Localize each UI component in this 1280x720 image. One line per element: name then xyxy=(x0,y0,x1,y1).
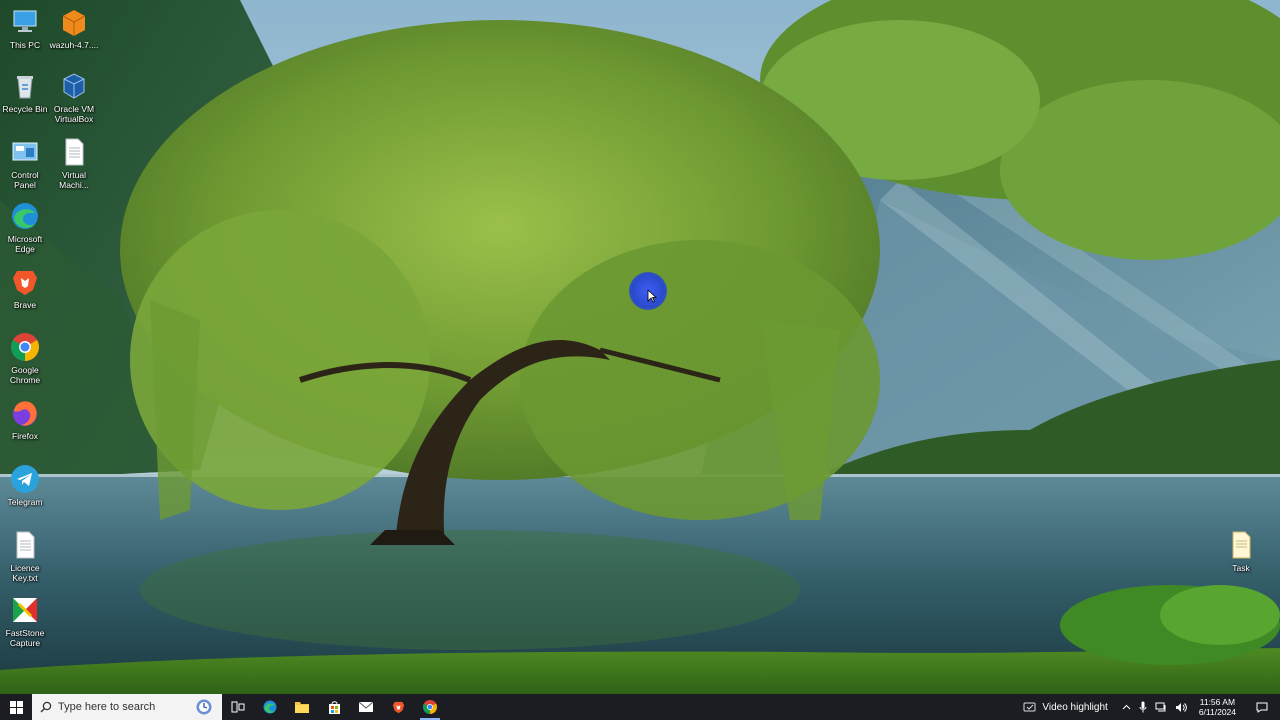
taskbar-app-chrome[interactable] xyxy=(414,694,446,720)
taskbar: Video highlight 11:56 AM 6/11/2024 xyxy=(0,694,1280,720)
desktop-icon-this-pc[interactable]: This PC xyxy=(0,6,50,50)
clock-date: 6/11/2024 xyxy=(1198,707,1236,717)
video-highlight-button[interactable]: Video highlight xyxy=(1017,694,1117,720)
cortana-icon[interactable] xyxy=(194,697,214,720)
desktop-icon-recycle-bin[interactable]: Recycle Bin xyxy=(0,70,50,114)
desktop-icon-label: Recycle Bin xyxy=(2,104,48,114)
taskbar-app-store[interactable] xyxy=(318,694,350,720)
desktop-icon-wazuh[interactable]: wazuh-4.7.... xyxy=(49,6,99,50)
control-panel-icon xyxy=(9,136,41,168)
telegram-icon xyxy=(9,463,41,495)
recycle-bin-icon xyxy=(9,70,41,102)
taskbar-app-edge[interactable] xyxy=(254,694,286,720)
notification-icon xyxy=(1256,702,1268,713)
taskbar-app-mail[interactable] xyxy=(350,694,382,720)
desktop-icon-licence-key[interactable]: Licence Key.txt xyxy=(0,529,50,583)
desktop-icon-label: Telegram xyxy=(7,497,43,507)
volume-tray-button[interactable] xyxy=(1171,694,1191,720)
task-view-icon xyxy=(231,701,245,713)
search-icon xyxy=(40,701,52,713)
brave-icon xyxy=(9,266,41,298)
edge-icon xyxy=(9,200,41,232)
network-tray-button[interactable] xyxy=(1151,694,1171,720)
desktop-wallpaper xyxy=(0,0,1280,694)
brave-icon xyxy=(392,701,404,714)
microphone-icon xyxy=(1139,701,1147,713)
desktop-icon-label: FastStone Capture xyxy=(5,628,45,648)
desktop-icon-chrome[interactable]: Google Chrome xyxy=(0,331,50,385)
desktop-icon-control-panel[interactable]: Control Panel xyxy=(0,136,50,190)
desktop-icon-label: Google Chrome xyxy=(9,365,41,385)
start-button[interactable] xyxy=(0,694,32,720)
network-icon xyxy=(1155,702,1166,711)
system-tray: Video highlight 11:56 AM 6/11/2024 xyxy=(1017,694,1280,720)
windows-logo-icon xyxy=(9,700,23,714)
edge-icon xyxy=(263,700,277,714)
clock-time: 11:56 AM xyxy=(1199,697,1236,707)
desktop-icon-label: Microsoft Edge xyxy=(7,234,43,254)
mouse-pointer-icon xyxy=(647,289,658,308)
text-file-icon xyxy=(9,529,41,561)
taskbar-search-box[interactable] xyxy=(32,694,222,720)
desktop-icon-label: Licence Key.txt xyxy=(10,563,40,583)
desktop-icon-telegram[interactable]: Telegram xyxy=(0,463,50,507)
desktop-icon-virtualbox[interactable]: Oracle VM VirtualBox xyxy=(49,70,99,124)
speaker-icon xyxy=(1175,702,1187,712)
taskbar-clock[interactable]: 11:56 AM 6/11/2024 xyxy=(1191,694,1244,720)
video-highlight-icon xyxy=(1023,702,1036,712)
faststone-capture-icon xyxy=(9,594,41,626)
text-file-icon xyxy=(1225,529,1257,561)
desktop-icon-label: Virtual Machi... xyxy=(59,170,89,190)
monitor-icon xyxy=(9,6,41,38)
desktop-icon-label: Brave xyxy=(13,300,37,310)
virtualbox-icon xyxy=(58,70,90,102)
action-center-button[interactable] xyxy=(1244,694,1280,720)
desktop-icon-label: Task xyxy=(1232,563,1250,573)
taskbar-app-brave[interactable] xyxy=(382,694,414,720)
desktop-icon-task[interactable]: Task xyxy=(1216,529,1266,573)
microphone-tray-button[interactable] xyxy=(1135,694,1151,720)
desktop-icon-edge[interactable]: Microsoft Edge xyxy=(0,200,50,254)
desktop-icon-label: Oracle VM VirtualBox xyxy=(53,104,95,124)
search-input[interactable] xyxy=(52,700,190,714)
video-highlight-label: Video highlight xyxy=(1042,701,1108,713)
text-file-icon xyxy=(58,136,90,168)
desktop-icon-firefox[interactable]: Firefox xyxy=(0,397,50,441)
desktop-icon-virtual-machine[interactable]: Virtual Machi... xyxy=(49,136,99,190)
desktop-icon-label: Control Panel xyxy=(11,170,39,190)
desktop-icon-faststone[interactable]: FastStone Capture xyxy=(0,594,50,648)
task-view-button[interactable] xyxy=(222,694,254,720)
chevron-up-icon xyxy=(1122,704,1131,710)
folder-icon xyxy=(295,702,309,713)
chrome-icon xyxy=(423,700,437,714)
firefox-icon xyxy=(9,397,41,429)
package-icon xyxy=(58,6,90,38)
store-icon xyxy=(328,700,340,714)
desktop-icon-label: Firefox xyxy=(12,431,38,441)
desktop-icon-brave[interactable]: Brave xyxy=(0,266,50,310)
chrome-icon xyxy=(9,331,41,363)
desktop-icon-label: wazuh-4.7.... xyxy=(49,40,99,50)
desktop-icon-label: This PC xyxy=(9,40,41,50)
mail-icon xyxy=(358,701,374,712)
show-hidden-icons-button[interactable] xyxy=(1118,694,1135,720)
taskbar-app-file-explorer[interactable] xyxy=(286,694,318,720)
